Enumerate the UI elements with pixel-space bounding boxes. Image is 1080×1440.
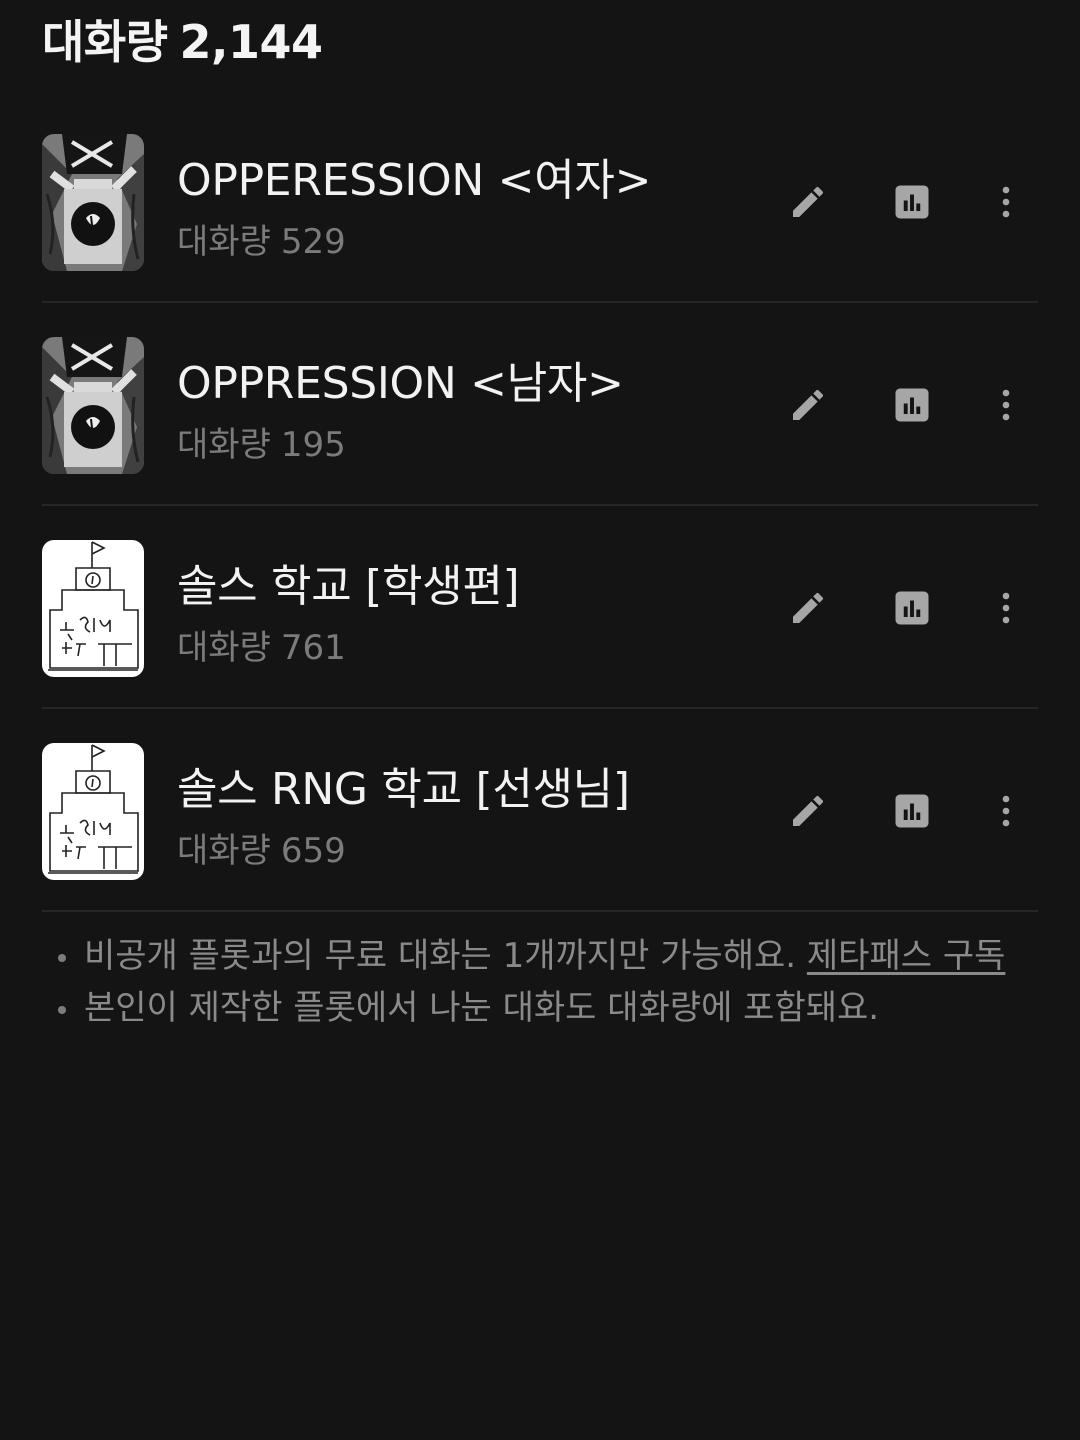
plot-chat-count-label: 대화량 (177, 831, 271, 871)
plot-chat-count-value: 529 (280, 222, 346, 262)
plot-chat-count-value: 761 (280, 628, 346, 668)
total-chat-count-value: 2,144 (179, 15, 323, 69)
plot-row: 솔스 학교 [학생편] 대화량 761 (42, 506, 1038, 709)
plot-thumbnail[interactable] (42, 337, 144, 474)
more-vertical-icon (1002, 186, 1010, 218)
more-vertical-icon (1002, 795, 1010, 827)
plot-chat-count-label: 대화량 (177, 628, 271, 668)
plot-thumbnail[interactable] (42, 743, 144, 880)
edit-button[interactable] (784, 787, 832, 835)
note-own-plot-included: 본인이 제작한 플롯에서 나눈 대화도 대화량에 포함돼요. (52, 982, 1032, 1034)
edit-button[interactable] (784, 178, 832, 226)
plot-title[interactable]: 솔스 학교 [학생편] (177, 550, 520, 614)
pencil-icon (793, 389, 824, 420)
info-notes: 비공개 플롯과의 무료 대화는 1개까지만 가능해요. 제타패스 구독 본인이 … (52, 930, 1032, 1034)
plot-chat-count-label: 대화량 (177, 222, 271, 262)
note-private-plot-limit-text: 비공개 플롯과의 무료 대화는 1개까지만 가능해요. (84, 936, 807, 976)
more-options-button[interactable] (982, 787, 1030, 835)
plot-chat-count: 대화량 659 (177, 823, 346, 872)
zeta-pass-subscribe-link[interactable]: 제타패스 구독 (807, 936, 1006, 976)
total-chat-count: 대화량 2,144 (42, 6, 323, 72)
more-options-button[interactable] (982, 178, 1030, 226)
edit-button[interactable] (784, 381, 832, 429)
stats-button[interactable] (888, 178, 936, 226)
plot-chat-count: 대화량 195 (177, 417, 346, 466)
total-chat-count-label: 대화량 (42, 15, 168, 69)
plot-chat-count-label: 대화량 (177, 425, 271, 465)
plot-list: OPPERESSION <여자> 대화량 529 OPPRESSION <남자>… (42, 100, 1038, 912)
edit-button[interactable] (784, 584, 832, 632)
stats-button[interactable] (888, 584, 936, 632)
bar-chart-icon (895, 185, 929, 219)
bar-chart-icon (895, 794, 929, 828)
more-options-button[interactable] (982, 381, 1030, 429)
bar-chart-icon (895, 388, 929, 422)
plot-thumbnail[interactable] (42, 134, 144, 271)
bar-chart-icon (895, 591, 929, 625)
pencil-icon (793, 186, 824, 217)
stats-button[interactable] (888, 787, 936, 835)
plot-title[interactable]: OPPRESSION <남자> (177, 347, 624, 411)
plot-chat-count: 대화량 529 (177, 214, 346, 263)
note-private-plot-limit: 비공개 플롯과의 무료 대화는 1개까지만 가능해요. 제타패스 구독 (52, 930, 1032, 982)
plot-row: OPPERESSION <여자> 대화량 529 (42, 100, 1038, 303)
more-options-button[interactable] (982, 584, 1030, 632)
plot-title[interactable]: OPPERESSION <여자> (177, 144, 651, 208)
plot-chat-count-value: 659 (280, 831, 346, 871)
plot-row: 솔스 RNG 학교 [선생님] 대화량 659 (42, 709, 1038, 912)
plot-thumbnail[interactable] (42, 540, 144, 677)
more-vertical-icon (1002, 592, 1010, 624)
pencil-icon (793, 795, 824, 826)
plot-title[interactable]: 솔스 RNG 학교 [선생님] (177, 753, 630, 817)
note-own-plot-included-text: 본인이 제작한 플롯에서 나눈 대화도 대화량에 포함돼요. (84, 988, 880, 1028)
plot-chat-count: 대화량 761 (177, 620, 346, 669)
plot-chat-count-value: 195 (280, 425, 346, 465)
stats-button[interactable] (888, 381, 936, 429)
plot-row: OPPRESSION <남자> 대화량 195 (42, 303, 1038, 506)
pencil-icon (793, 592, 824, 623)
more-vertical-icon (1002, 389, 1010, 421)
